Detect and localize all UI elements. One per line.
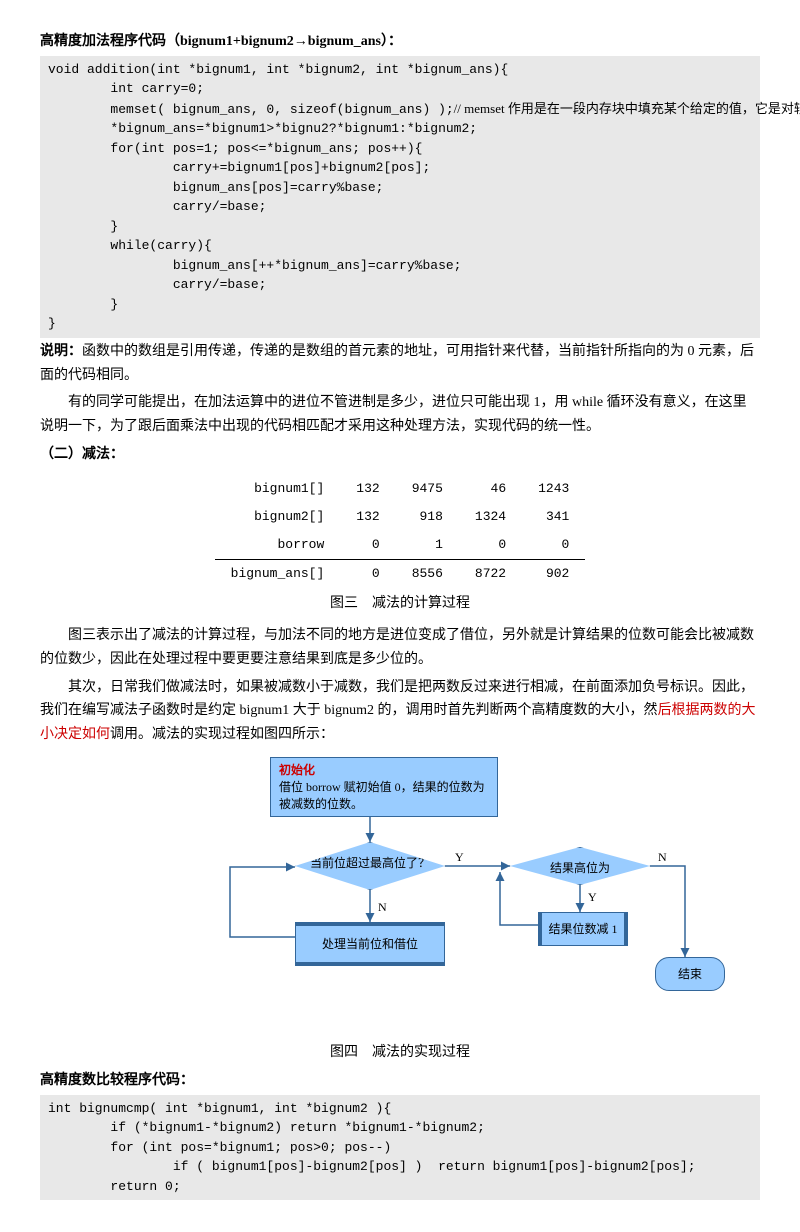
code-line: if (*bignum1-*bignum2) return *bignum1-*… — [48, 1120, 485, 1135]
cell: borrow — [215, 531, 341, 560]
code-line: for(int pos=1; pos<=*bignum_ans; pos++){ — [48, 141, 422, 156]
code-line: void addition(int *bignum1, int *bignum2… — [48, 62, 508, 77]
code-line: } — [48, 316, 56, 331]
cell: bignum2[] — [215, 503, 341, 531]
flow-process-1: 处理当前位和借位 — [295, 922, 445, 966]
code-line: while(carry){ — [48, 238, 212, 253]
code-line: int carry=0; — [48, 81, 204, 96]
code-line: memset( bignum_ans, 0, sizeof(bignum_ans… — [48, 102, 454, 117]
flowchart: 初始化借位 borrow 赋初始值 0，结果的位数为被减数的位数。 当前位超过最… — [50, 757, 750, 1037]
paragraph-2: 图三表示出了减法的计算过程，与加法不同的地方是进位变成了借位，另外就是计算结果的… — [40, 624, 760, 672]
label-n1: N — [378, 897, 387, 917]
cell: 918 — [396, 503, 459, 531]
flow-end: 结束 — [655, 957, 725, 991]
code-line: bignum_ans[pos]=carry%base; — [48, 180, 383, 195]
cell: 132 — [340, 503, 395, 531]
code-line: carry/=base; — [48, 199, 266, 214]
code-addition: void addition(int *bignum1, int *bignum2… — [40, 56, 760, 338]
heading-subtraction: （二）减法： — [40, 443, 760, 467]
label-y1: Y — [455, 847, 464, 867]
flow-init-title: 初始化 — [279, 763, 315, 777]
cell: 1 — [396, 531, 459, 560]
cell: 8556 — [396, 560, 459, 589]
label-y2: Y — [588, 887, 597, 907]
code-line: } — [48, 219, 118, 234]
cell: 8722 — [459, 560, 522, 589]
table-row: bignum2[]1329181324341 — [215, 503, 586, 531]
code-line: for (int pos=*bignum1; pos>0; pos--) — [48, 1140, 391, 1155]
flow-init-box: 初始化借位 borrow 赋初始值 0，结果的位数为被减数的位数。 — [270, 757, 498, 817]
note-text: 函数中的数组是引用传递，传递的是数组的首元素的地址，可用指针来代替，当前指针所指… — [40, 344, 754, 383]
cell: 9475 — [396, 475, 459, 503]
figure4-caption: 图四 减法的实现过程 — [40, 1041, 760, 1065]
text: 调用。减法的实现过程如图四所示： — [110, 727, 334, 742]
code-line: carry/=base; — [48, 277, 266, 292]
cell: 0 — [522, 531, 585, 560]
table-row: bignum1[]1329475461243 — [215, 475, 586, 503]
code-comment: // memset 作用是在一段内存块中填充某个给定的值，它是对较大的结构体或数… — [454, 101, 800, 116]
paragraph-1: 有的同学可能提出，在加法运算中的进位不管进制是多少，进位只可能出现 1，用 wh… — [40, 391, 760, 439]
code-compare: int bignumcmp( int *bignum1, int *bignum… — [40, 1095, 760, 1201]
cell: 341 — [522, 503, 585, 531]
table-row: borrow0100 — [215, 531, 586, 560]
heading-addition: 高精度加法程序代码（bignum1+bignum2→bignum_ans）： — [40, 30, 760, 54]
cell: 46 — [459, 475, 522, 503]
label-n2: N — [658, 847, 667, 867]
code-line: return 0; — [48, 1179, 181, 1194]
code-line: int bignumcmp( int *bignum1, int *bignum… — [48, 1101, 391, 1116]
subtraction-table: bignum1[]1329475461243 bignum2[]13291813… — [40, 475, 760, 616]
paragraph-3: 其次，日常我们做减法时，如果被减数小于减数，我们是把两数反过来进行相减，在前面添… — [40, 676, 760, 747]
code-line: bignum_ans[++*bignum_ans]=carry%base; — [48, 258, 461, 273]
text: 其次，日常我们做减法时，如果被减数小于减数，我们是把两数反过来进行相减，在前面添… — [40, 680, 754, 719]
cell: 0 — [340, 560, 395, 589]
code-line: *bignum_ans=*bignum1>*bignu2?*bignum1:*b… — [48, 121, 477, 136]
heading-compare: 高精度数比较程序代码： — [40, 1069, 760, 1093]
flow-process-2: 结果位数减 1 — [538, 912, 628, 946]
cell: 0 — [459, 531, 522, 560]
flow-decision-2: 结果高位为 — [510, 847, 650, 885]
code-line: } — [48, 297, 118, 312]
cell: bignum_ans[] — [215, 560, 341, 589]
cell: 902 — [522, 560, 585, 589]
cell: 1243 — [522, 475, 585, 503]
note-label: 说明： — [40, 344, 82, 359]
flow-decision-1: 当前位超过最高位了？ — [295, 842, 445, 890]
cell: 132 — [340, 475, 395, 503]
code-line: carry+=bignum1[pos]+bignum2[pos]; — [48, 160, 430, 175]
figure3-caption: 图三 减法的计算过程 — [40, 592, 760, 616]
flow-init-body: 借位 borrow 赋初始值 0，结果的位数为被减数的位数。 — [279, 780, 485, 811]
note: 说明：函数中的数组是引用传递，传递的是数组的首元素的地址，可用指针来代替，当前指… — [40, 340, 760, 388]
cell: 1324 — [459, 503, 522, 531]
table-row: bignum_ans[]085568722902 — [215, 560, 586, 589]
cell: bignum1[] — [215, 475, 341, 503]
code-line: if ( bignum1[pos]-bignum2[pos] ) return … — [48, 1159, 696, 1174]
cell: 0 — [340, 531, 395, 560]
